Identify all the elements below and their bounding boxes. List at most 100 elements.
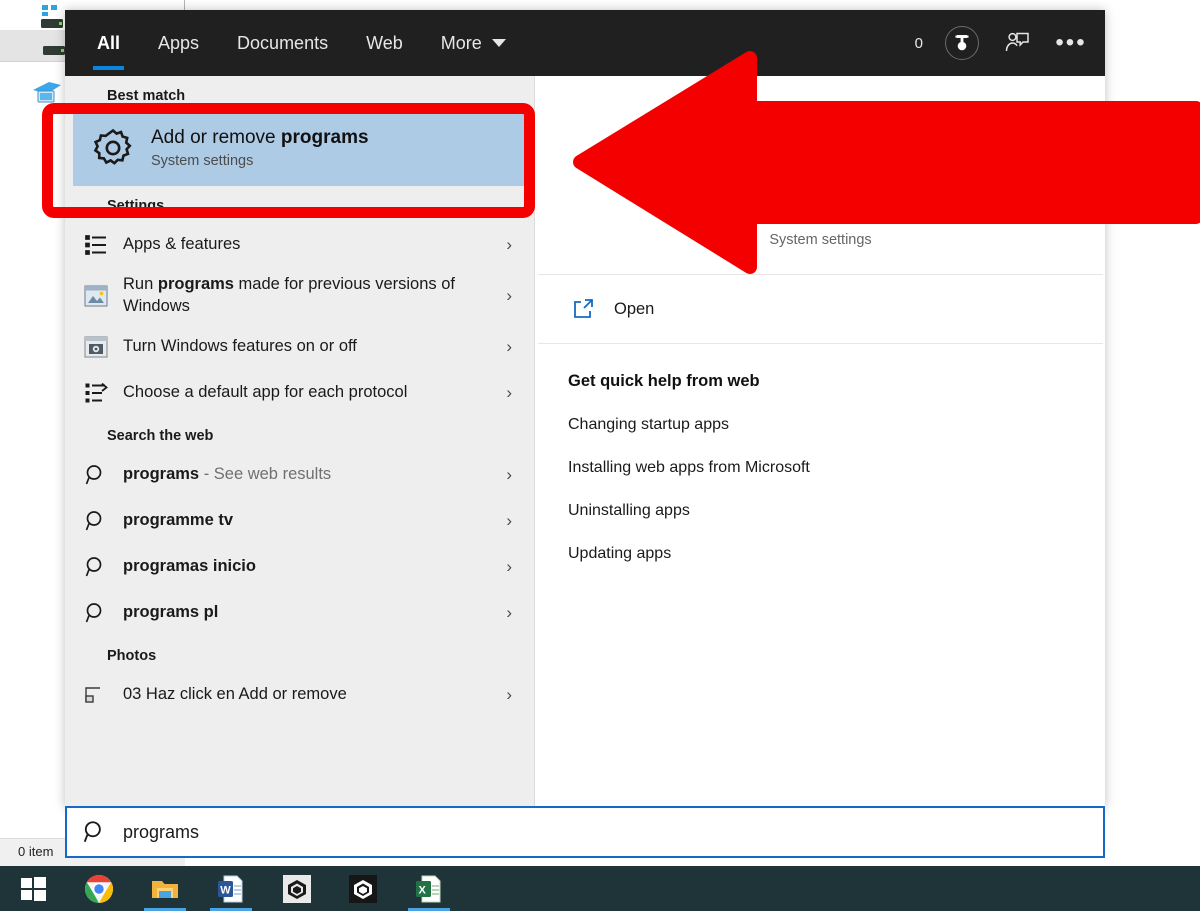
photo-result-label: 03 Haz click en Add or remove	[123, 684, 347, 706]
network-drive-icon	[41, 5, 63, 28]
search-input[interactable]: programs	[123, 822, 199, 843]
chevron-right-icon[interactable]: ›	[506, 286, 512, 306]
tab-web-label: Web	[366, 32, 403, 53]
search-icon	[67, 819, 123, 845]
taskbar-word[interactable]: W	[198, 866, 264, 911]
list-icon	[79, 228, 113, 262]
tab-web[interactable]: Web	[362, 10, 407, 76]
start-button[interactable]	[0, 866, 66, 911]
open-action-button[interactable]: Open	[536, 275, 1105, 343]
settings-result-apps-and-features[interactable]: Apps & features ›	[65, 222, 534, 268]
svg-text:X: X	[419, 884, 427, 896]
tab-documents-label: Documents	[237, 32, 329, 53]
taskbar-file-explorer[interactable]	[132, 866, 198, 911]
tab-more-label: More	[440, 32, 482, 53]
medal-icon[interactable]	[945, 26, 979, 60]
windows-logo-icon	[21, 876, 46, 901]
settings-result-label: Apps & features	[123, 234, 240, 256]
taskbar-chrome[interactable]	[66, 866, 132, 911]
taskbar-unity-light[interactable]	[264, 866, 330, 911]
photo-result-item[interactable]: 03 Haz click en Add or remove ›	[65, 672, 534, 718]
tab-all-label: All	[97, 32, 121, 53]
web-suggestion-programme-tv[interactable]: programme tv ›	[65, 498, 534, 544]
label-bold: programas inicio	[123, 556, 256, 575]
search-input-bar[interactable]: programs	[65, 806, 1105, 858]
quick-help-header: Get quick help from web	[568, 372, 760, 390]
chrome-icon	[85, 874, 113, 903]
windows-features-icon	[79, 330, 113, 364]
web-suggestion-label: programme tv	[123, 510, 233, 532]
folder-icon	[152, 880, 178, 898]
label-prefix: Run	[123, 275, 158, 293]
search-preview-pane: Add or remove programs System settings O…	[536, 76, 1105, 808]
web-suggestion-programs-pl[interactable]: programs pl ›	[65, 590, 534, 636]
svg-text:W: W	[220, 884, 231, 896]
tab-apps[interactable]: Apps	[154, 10, 203, 76]
search-top-bar-actions[interactable]: 0 •••	[915, 10, 1087, 76]
web-suggestion-programs[interactable]: programs - See web results ›	[65, 452, 534, 498]
group-header-search-the-web: Search the web	[107, 427, 214, 444]
preview-subtitle: System settings	[769, 232, 872, 248]
taskbar[interactable]: W X	[0, 866, 1200, 911]
label-bold: programme tv	[123, 510, 234, 529]
preview-title: Add or remove programs	[698, 196, 943, 221]
settings-result-run-compat[interactable]: Run programs made for previous versions …	[65, 268, 534, 324]
chevron-right-icon[interactable]: ›	[506, 465, 512, 485]
label-bold: programs	[123, 464, 200, 483]
quick-help-link[interactable]: Updating apps	[568, 545, 1105, 563]
ellipsis-icon[interactable]: •••	[1055, 27, 1087, 59]
web-suggestion-label: programs - See web results	[123, 464, 331, 486]
settings-result-windows-features[interactable]: Turn Windows features on or off ›	[65, 324, 534, 370]
chevron-right-icon[interactable]: ›	[506, 511, 512, 531]
rewards-count: 0	[914, 34, 923, 52]
tab-documents[interactable]: Documents	[233, 10, 332, 76]
network-computer-icon	[33, 82, 61, 103]
taskbar-unity-dark[interactable]	[330, 866, 396, 911]
chevron-right-icon[interactable]: ›	[506, 557, 512, 577]
best-match-text: Add or remove programs System settings	[151, 127, 369, 169]
best-match-subtitle: System settings	[151, 153, 254, 169]
search-icon	[79, 504, 113, 538]
chevron-right-icon[interactable]: ›	[506, 685, 512, 705]
word-icon: W	[218, 875, 243, 902]
web-suggestion-label: programas inicio	[123, 556, 256, 578]
web-suggestion-programas-inicio[interactable]: programas inicio ›	[65, 544, 534, 590]
chevron-right-icon[interactable]: ›	[506, 235, 512, 255]
tab-all[interactable]: All	[93, 10, 125, 76]
search-tab-strip[interactable]: All Apps Documents Web More	[93, 10, 510, 76]
quick-help-link[interactable]: Changing startup apps	[568, 416, 1105, 434]
tab-more[interactable]: More	[437, 10, 510, 76]
search-results-list[interactable]: Best match Add or remove programs System…	[65, 76, 535, 808]
preview-hero: Add or remove programs System settings	[536, 76, 1105, 274]
taskbar-excel[interactable]: X	[396, 866, 462, 911]
web-suggestion-label: programs pl	[123, 602, 218, 624]
group-header-settings: Settings	[107, 198, 165, 214]
quick-help-link[interactable]: Installing web apps from Microsoft	[568, 459, 1105, 477]
label-text: 03 Haz click en Add or remove	[123, 684, 347, 703]
label-bold: programs	[157, 275, 234, 293]
settings-result-default-app-protocol[interactable]: Choose a default app for each protocol ›	[65, 370, 534, 416]
group-header-photos: Photos	[107, 647, 157, 664]
settings-result-label: Choose a default app for each protocol	[123, 382, 407, 404]
background-status-text: 0 item	[18, 844, 54, 859]
compat-window-icon	[79, 279, 113, 313]
chevron-down-icon	[491, 39, 506, 47]
chevron-right-icon[interactable]: ›	[506, 603, 512, 623]
chevron-right-icon[interactable]: ›	[506, 383, 512, 403]
best-match-result[interactable]: Add or remove programs System settings	[73, 112, 526, 186]
windows-search-flyout[interactable]: All Apps Documents Web More 0 ••• Best m…	[65, 10, 1105, 808]
unity-icon	[283, 874, 311, 903]
quick-help-section: Get quick help from web Changing startup…	[536, 344, 1105, 563]
search-icon	[79, 550, 113, 584]
best-match-title-bold: programs	[280, 127, 369, 148]
label-prefix: Turn Windows features on or off	[123, 336, 357, 355]
excel-icon: X	[416, 875, 441, 902]
chevron-right-icon[interactable]: ›	[506, 337, 512, 357]
quick-help-link[interactable]: Uninstalling apps	[568, 502, 1105, 520]
open-action-label: Open	[614, 299, 655, 318]
network-drive-icon	[43, 46, 65, 55]
label-prefix: Apps & features	[123, 235, 241, 254]
search-icon	[79, 458, 113, 492]
person-feedback-icon[interactable]	[1001, 27, 1033, 59]
default-app-icon	[79, 376, 113, 410]
